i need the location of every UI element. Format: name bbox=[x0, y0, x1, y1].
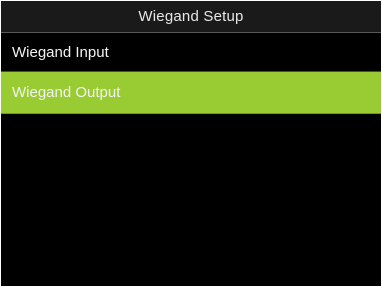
menu-item-label: Wiegand Input bbox=[12, 43, 109, 61]
title-bar: Wiegand Setup bbox=[1, 1, 381, 33]
menu-item-wiegand-input[interactable]: Wiegand Input bbox=[1, 33, 381, 72]
menu-item-wiegand-output[interactable]: Wiegand Output bbox=[1, 72, 381, 114]
wiegand-setup-menu: Wiegand Input Wiegand Output bbox=[1, 33, 381, 114]
page-title: Wiegand Setup bbox=[138, 8, 244, 25]
menu-item-label: Wiegand Output bbox=[12, 84, 121, 101]
device-screen: Wiegand Setup Wiegand Input Wiegand Outp… bbox=[1, 1, 381, 286]
